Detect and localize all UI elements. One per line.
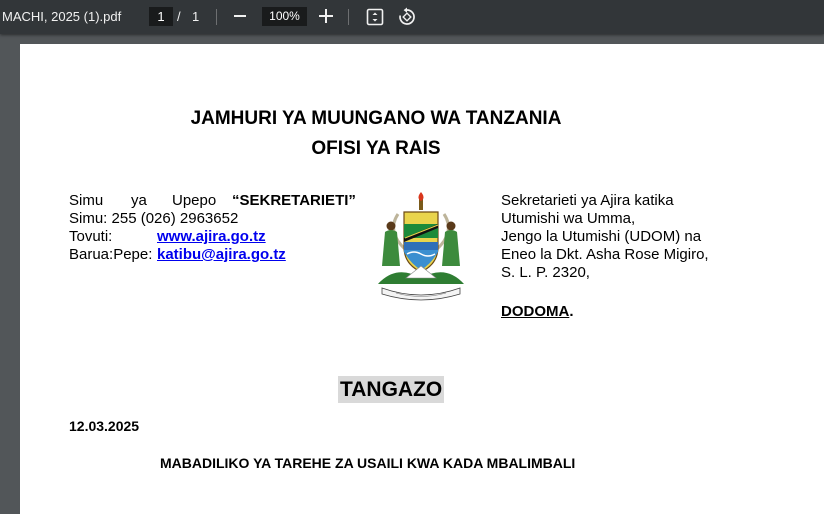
- simu-label: Simu: [69, 192, 104, 209]
- zoom-level-input[interactable]: 100%: [262, 7, 307, 26]
- contact-block: Simu ya Upepo “SEKRETARIETI” Simu: 255 (…: [69, 192, 364, 264]
- page-number-input[interactable]: 1: [149, 7, 173, 26]
- phone-number: Simu: 255 (026) 2963652: [69, 210, 239, 227]
- address-line: Utumishi wa Umma,: [501, 210, 636, 227]
- rotate-icon[interactable]: [397, 7, 417, 27]
- header-line-2: OFISI YA RAIS: [311, 138, 441, 159]
- header-line-1: JAMHURI YA MUUNGANO WA TANZANIA: [190, 108, 562, 129]
- page-separator: /: [177, 9, 181, 24]
- address-line: Eneo la Dkt. Asha Rose Migiro,: [501, 246, 709, 263]
- file-title: MACHI, 2025 (1).pdf: [2, 9, 122, 24]
- page-total: 1: [192, 9, 200, 24]
- zoom-out-icon[interactable]: [234, 15, 246, 17]
- address-line: Sekretarieti ya Ajira katika: [501, 192, 674, 209]
- website-link[interactable]: www.ajira.go.tz: [157, 228, 266, 246]
- zoom-in-icon[interactable]: [319, 9, 333, 23]
- toolbar-divider: [348, 9, 349, 25]
- toolbar-divider: [216, 9, 217, 25]
- address-line: S. L. P. 2320,: [501, 264, 590, 281]
- pdf-toolbar: MACHI, 2025 (1).pdf 1 / 1 100%: [0, 0, 824, 34]
- document-subject: MABADILIKO YA TAREHE ZA USAILI KWA KADA …: [160, 455, 576, 471]
- email-link[interactable]: katibu@ajira.go.tz: [157, 246, 286, 264]
- coat-of-arms-emblem: [378, 192, 464, 301]
- address-line: Jengo la Utumishi (UDOM) na: [501, 228, 702, 245]
- fit-page-icon[interactable]: [366, 8, 384, 26]
- city-name: DODOMA.: [501, 303, 574, 320]
- ya-word: ya: [131, 192, 147, 209]
- upepo-word: Upepo: [172, 192, 217, 209]
- email-label: Barua:Pepe:: [69, 246, 153, 263]
- telegram-address: “SEKRETARIETI”: [232, 192, 356, 209]
- address-block: Sekretarieti ya Ajira katika Utumishi wa…: [501, 192, 801, 282]
- website-label: Tovuti:: [69, 228, 113, 245]
- city-suffix: .: [569, 303, 574, 320]
- city-label: DODOMA: [501, 303, 570, 320]
- pdf-page: JAMHURI YA MUUNGANO WA TANZANIA OFISI YA…: [20, 44, 824, 514]
- document-title: TANGAZO: [338, 376, 445, 403]
- document-date: 12.03.2025: [69, 418, 140, 434]
